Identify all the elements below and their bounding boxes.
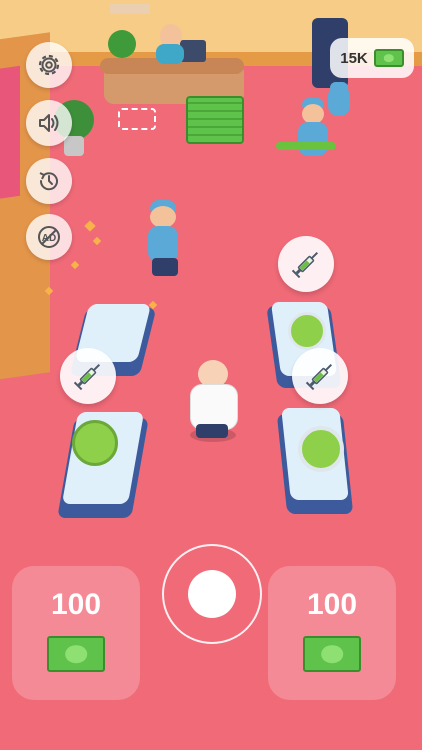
drop-zone [118, 108, 156, 130]
sparkle-3 [70, 260, 80, 270]
sick-patient-right-bottom [298, 426, 344, 472]
joystick[interactable] [162, 544, 262, 644]
syringe-bubble-right-top[interactable] [278, 236, 334, 292]
plant-pot [64, 136, 84, 156]
plant-desk [108, 30, 136, 58]
nurse-mid-body [148, 226, 178, 262]
big-syringe [276, 142, 336, 150]
syringe-bubble-right-bottom[interactable] [292, 348, 348, 404]
right-price: 100 [306, 588, 358, 621]
money-counter: 15K [330, 38, 414, 78]
history-button[interactable] [26, 158, 72, 204]
money-amount: 15K [340, 49, 368, 67]
left-purchase-pad[interactable]: 100 [12, 566, 140, 700]
no-ads-icon: AD [38, 226, 60, 248]
speaker-icon [39, 114, 59, 132]
sparkle-1 [84, 220, 96, 232]
sick-patient-left [72, 420, 118, 466]
nurse-mid-legs [152, 258, 178, 276]
wall-sign [110, 4, 150, 14]
syringe-bubble-left[interactable] [60, 348, 116, 404]
sick-patient-right-top [288, 312, 326, 350]
left-wall-panel [0, 65, 20, 205]
nurse-top-body [298, 122, 328, 156]
settings-button[interactable] [26, 42, 72, 88]
syringe-icon [305, 363, 333, 391]
nurse-top-head [302, 104, 324, 124]
money-stack [186, 96, 244, 144]
sound-button[interactable] [26, 100, 72, 146]
cash-icon [303, 636, 361, 672]
cash-icon [47, 636, 105, 672]
sparkle-2 [92, 236, 102, 246]
right-purchase-pad[interactable]: 100 [268, 566, 396, 700]
syringe-icon [73, 363, 101, 391]
receptionist-body [156, 44, 184, 64]
no-ads-button[interactable]: AD [26, 214, 72, 260]
doctor-legs [196, 424, 228, 438]
no-ads-label: AD [42, 233, 56, 244]
joystick-knob[interactable] [188, 570, 236, 618]
cash-icon [373, 49, 404, 67]
syringe-icon [291, 251, 319, 279]
nurse-top-right-body [328, 86, 350, 116]
nurse-mid-head [150, 206, 176, 228]
history-icon [39, 172, 58, 191]
left-price: 100 [50, 588, 102, 621]
gear-icon [38, 54, 60, 76]
